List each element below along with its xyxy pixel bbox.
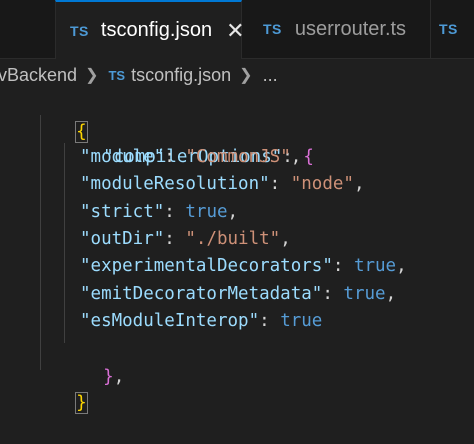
breadcrumb-folder[interactable]: vBackend	[0, 65, 77, 86]
typescript-file-icon: TS	[439, 21, 458, 37]
json-key: "module"	[80, 147, 165, 167]
breadcrumb-more[interactable]: ...	[263, 65, 278, 86]
compiler-option-line: "strict": true,	[80, 201, 239, 222]
close-icon[interactable]: ✕	[226, 19, 244, 42]
tab-partial[interactable]: TS	[430, 0, 474, 58]
json-key: "experimentalDecorators"	[80, 256, 333, 277]
json-key: "moduleResolution"	[80, 174, 270, 195]
json-key: "strict"	[80, 201, 165, 222]
json-key: "emitDecoratorMetadata"	[80, 283, 323, 304]
json-value: true	[353, 256, 397, 277]
json-key: "esModuleInterop"	[80, 310, 260, 331]
compiler-option-line: "experimentalDecorators": true,	[80, 256, 407, 277]
breadcrumb: vBackend ❯ TS tsconfig.json ❯ ...	[0, 62, 474, 88]
compiler-option-line: "outDir": "./built",	[80, 228, 291, 249]
typescript-file-icon: TS	[70, 22, 89, 39]
typescript-file-icon: TS	[108, 67, 126, 83]
code-line: {	[34, 92, 88, 143]
compiler-option-line: "emitDecoratorMetadata": true,	[80, 283, 397, 304]
tab-label: tsconfig.json	[100, 19, 213, 41]
tab-tsconfig[interactable]: TS tsconfig.json ✕	[55, 0, 245, 59]
compiler-option-line: "module": "CommonJS",	[80, 147, 302, 167]
json-key: "outDir"	[80, 228, 165, 249]
code-line: },	[103, 367, 125, 387]
chevron-right-icon: ❯	[85, 67, 99, 84]
typescript-file-icon: TS	[263, 21, 282, 37]
json-value: "./built"	[185, 228, 281, 249]
json-value: "node"	[290, 174, 354, 195]
chevron-right-icon: ❯	[239, 67, 253, 84]
code-editor[interactable]: { "compilerOptions": { }, } "module": "C…	[0, 92, 474, 441]
tab-label: userrouter.ts	[294, 17, 407, 40]
compiler-options-open-brace: {	[303, 147, 314, 167]
close-brace: }	[75, 392, 88, 414]
json-value: "CommonJS"	[185, 147, 291, 167]
compiler-option-line: "esModuleInterop": true	[80, 310, 323, 331]
tab-bar: TS tsconfig.json ✕ TS userrouter.ts TS	[0, 0, 474, 59]
code-line: }	[34, 363, 88, 414]
compiler-options-close-brace: }	[103, 367, 114, 387]
json-value: true	[185, 201, 228, 222]
tab-userrouter[interactable]: TS userrouter.ts	[249, 0, 429, 58]
json-value: true	[280, 310, 323, 331]
json-value: true	[343, 283, 386, 304]
breadcrumb-file[interactable]: tsconfig.json	[131, 65, 231, 86]
code-line: "compilerOptions": {	[103, 147, 314, 167]
compiler-option-line: "moduleResolution": "node",	[80, 174, 365, 195]
